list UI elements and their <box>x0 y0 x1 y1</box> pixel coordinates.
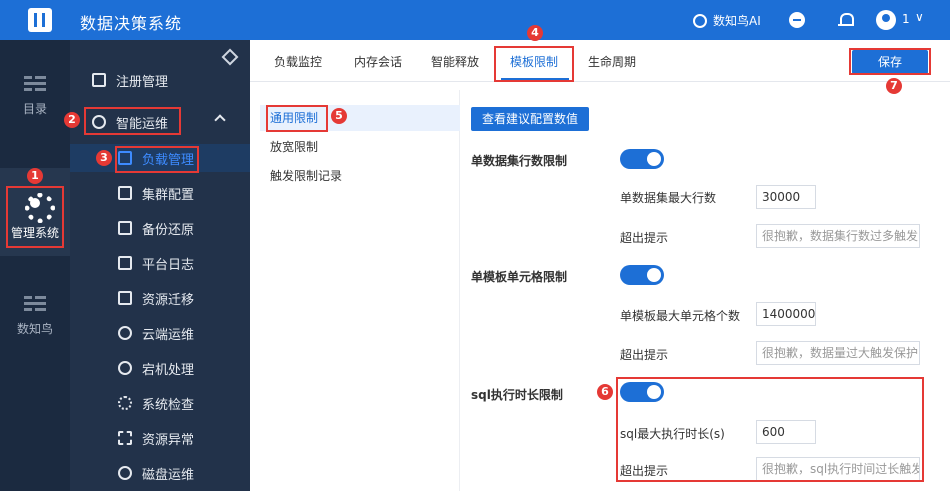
sidebar-item-log[interactable]: 平台日志 <box>70 249 250 277</box>
sidebar-item-smart-ops[interactable]: 智能运维 <box>70 108 250 136</box>
rail-label-management: 管理系统 <box>10 226 59 240</box>
sidebar-item-cluster[interactable]: 集群配置 <box>70 179 250 207</box>
template-max-cells-input[interactable]: 1400000 <box>756 302 816 326</box>
dataset-hint-label: 超出提示 <box>620 231 669 245</box>
bell-icon[interactable] <box>837 12 854 28</box>
sql-duration-limit-label: sql执行时长限制 <box>471 388 563 402</box>
rail-item-shuzhiniao[interactable]: 数知鸟 <box>0 296 70 337</box>
user-name[interactable]: 1 <box>902 12 910 26</box>
save-button[interactable]: 保存 <box>852 50 928 74</box>
annotation-badge: 5 <box>331 108 347 124</box>
smart-ops-icon <box>92 115 106 129</box>
pin-icon[interactable] <box>221 48 239 66</box>
sidebar-item-crash[interactable]: 宕机处理 <box>70 354 250 382</box>
user-avatar[interactable] <box>876 10 896 30</box>
sidebar-item-label: 集群配置 <box>142 187 195 203</box>
sidebar-item-backup[interactable]: 备份还原 <box>70 214 250 242</box>
sidebar-item-check[interactable]: 系统检查 <box>70 389 250 417</box>
tab-memory-session[interactable]: 内存会话 <box>354 53 402 70</box>
cluster-icon <box>118 186 132 200</box>
sidebar-item-label: 注册管理 <box>116 74 169 90</box>
tab-template-limit[interactable]: 模板限制 <box>510 53 558 70</box>
app-title: 数据决策系统 <box>80 14 183 33</box>
limit-submenu: 通用限制 放宽限制 触发限制记录 <box>260 90 460 491</box>
gear-icon <box>24 192 55 223</box>
sidebar-item-label: 云端运维 <box>142 327 195 343</box>
sidebar-item-disk[interactable]: 磁盘运维 <box>70 459 250 487</box>
left-rail: 目录 管理系统 数知鸟 <box>0 40 70 491</box>
annotation-badge: 1 <box>27 168 43 184</box>
submenu-general-limit[interactable]: 通用限制 <box>260 105 460 131</box>
disk-icon <box>118 466 132 480</box>
sidebar-item-anomaly[interactable]: 资源异常 <box>70 424 250 452</box>
sql-duration-limit-toggle[interactable] <box>620 382 664 402</box>
sql-max-duration-input[interactable]: 600 <box>756 420 816 444</box>
top-bar: 数据决策系统 数知鸟AI 1 ∨ <box>0 0 950 40</box>
rail-item-catalog[interactable]: 目录 <box>0 76 70 117</box>
sidebar-item-register[interactable]: 注册管理 <box>70 66 250 94</box>
annotation-badge: 6 <box>597 384 613 400</box>
tab-smart-release[interactable]: 智能释放 <box>431 53 479 70</box>
dataset-rows-limit-label: 单数据集行数限制 <box>471 154 568 168</box>
migrate-icon <box>118 291 132 305</box>
app-logo-icon[interactable] <box>28 8 52 32</box>
tab-lifecycle[interactable]: 生命周期 <box>588 53 636 70</box>
tab-load-monitor[interactable]: 负载监控 <box>274 53 322 70</box>
anomaly-icon <box>118 431 132 445</box>
rail-label-catalog: 目录 <box>22 102 47 116</box>
register-icon <box>92 73 106 87</box>
dataset-max-rows-label: 单数据集最大行数 <box>620 191 717 205</box>
rail-label-shuzhiniao: 数知鸟 <box>16 322 53 336</box>
chevron-up-icon[interactable] <box>214 114 226 126</box>
log-icon <box>118 256 132 270</box>
submenu-trigger-log[interactable]: 触发限制记录 <box>260 163 460 189</box>
limit-config: 查看建议配置数值 单数据集行数限制 单数据集最大行数 30000 超出提示 很抱… <box>460 90 950 491</box>
sidebar-item-label: 宕机处理 <box>142 362 195 378</box>
annotation-badge: 4 <box>527 25 543 41</box>
sidebar-item-cloud[interactable]: 云端运维 <box>70 319 250 347</box>
sidebar-item-label: 备份还原 <box>142 222 195 238</box>
annotation-badge: 7 <box>886 78 902 94</box>
template-cells-limit-label: 单模板单元格限制 <box>471 270 568 284</box>
dataset-hint-input[interactable]: 很抱歉，数据集行数过多触发 <box>756 224 920 248</box>
sidebar-item-label: 资源异常 <box>142 432 195 448</box>
check-icon <box>118 396 132 410</box>
annotation-badge: 2 <box>64 112 80 128</box>
list-icon <box>24 76 46 92</box>
template-max-cells-label: 单模板最大单元格个数 <box>620 309 741 323</box>
annotation-badge: 3 <box>96 150 112 166</box>
template-hint-label: 超出提示 <box>620 348 669 362</box>
sidebar-item-label: 资源迁移 <box>142 292 195 308</box>
crash-icon <box>118 361 132 375</box>
sidebar-item-label: 智能运维 <box>116 116 169 132</box>
template-cells-limit-toggle[interactable] <box>620 265 664 285</box>
ai-assistant-button[interactable]: 数知鸟AI <box>693 12 761 29</box>
ai-label: 数知鸟AI <box>713 14 761 28</box>
dataset-max-rows-input[interactable]: 30000 <box>756 185 816 209</box>
view-suggested-config-button[interactable]: 查看建议配置数值 <box>471 107 589 131</box>
main-panel: 负载监控 内存会话 智能释放 模板限制 生命周期 保存 通用限制 放宽限制 触发… <box>250 40 950 491</box>
load-icon <box>118 151 132 165</box>
template-hint-input[interactable]: 很抱歉，数据量过大触发保护 <box>756 341 920 365</box>
ai-icon <box>693 13 707 28</box>
sidebar-item-label: 平台日志 <box>142 257 195 273</box>
list-icon <box>24 296 46 312</box>
sql-max-duration-label: sql最大执行时长(s) <box>620 427 725 441</box>
sidebar: 注册管理 智能运维 负载管理 集群配置 备份还原 平台日志 资源迁移 云端运维 … <box>70 40 250 491</box>
minus-circle-icon[interactable] <box>789 12 805 28</box>
sidebar-item-label: 负载管理 <box>142 152 195 168</box>
sidebar-item-migrate[interactable]: 资源迁移 <box>70 284 250 312</box>
sidebar-item-label: 系统检查 <box>142 397 195 413</box>
sql-hint-label: 超出提示 <box>620 464 669 478</box>
sidebar-item-label: 磁盘运维 <box>142 467 195 483</box>
backup-icon <box>118 221 132 235</box>
sql-hint-input[interactable]: 很抱歉，sql执行时间过长触发 <box>756 457 920 481</box>
tab-bar: 负载监控 内存会话 智能释放 模板限制 生命周期 保存 <box>250 40 950 82</box>
active-tab-indicator <box>501 78 569 81</box>
cloud-icon <box>118 326 132 340</box>
submenu-relaxed-limit[interactable]: 放宽限制 <box>260 134 460 160</box>
chevron-down-icon[interactable]: ∨ <box>915 10 924 24</box>
dataset-rows-limit-toggle[interactable] <box>620 149 664 169</box>
